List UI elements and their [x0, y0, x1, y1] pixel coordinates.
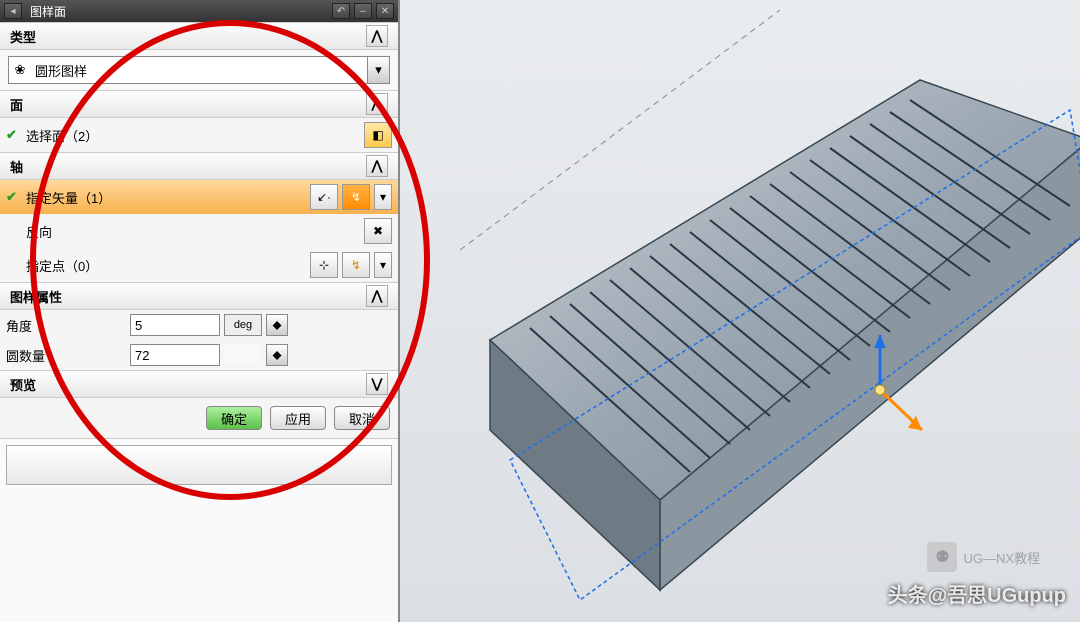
panel-spacer [0, 438, 398, 622]
chevron-up-icon[interactable]: ⋀ [366, 285, 388, 307]
vector-menu-arrow[interactable]: ▾ [374, 184, 392, 210]
chevron-up-icon[interactable]: ⋀ [366, 93, 388, 115]
bottom-strip [6, 445, 392, 485]
specify-point-label: 指定点（0） [26, 256, 306, 275]
type-label: 类型 [10, 27, 36, 46]
chevron-down-icon[interactable]: ▾ [367, 57, 389, 83]
count-label: 圆数量 [6, 346, 126, 365]
count-row: 圆数量 ⬥ [0, 340, 398, 370]
face-label: 面 [10, 95, 23, 114]
pattern-type-dropdown[interactable]: ❀ 圆形图样 ▾ [8, 56, 390, 84]
pattern-type-value: 圆形图样 [31, 61, 367, 80]
vector-dialog-icon[interactable]: ↙· [310, 184, 338, 210]
infer-point-icon[interactable]: ↯ [342, 252, 370, 278]
preview-section-header[interactable]: 预览 ⋁ [0, 370, 398, 398]
author-watermark: 头条@吾思UGupup [888, 579, 1066, 608]
pattern-props-label: 图样属性 [10, 287, 62, 306]
specify-point-row[interactable]: 指定点（0） ⊹ ↯ ▾ [0, 248, 398, 282]
property-panel: ◂ 图样面 ↶ – ✕ 类型 ⋀ ❀ 圆形图样 ▾ 面 ⋀ ✔ 选择面（2） ◧… [0, 0, 400, 622]
dialog-buttons: 确定 应用 取消 [0, 398, 398, 438]
preview-label: 预览 [10, 375, 36, 394]
spacer [224, 344, 262, 366]
3d-viewport[interactable]: ⚉ UG—NX教程 头条@吾思UGupup [400, 0, 1080, 622]
wechat-text: UG—NX教程 [963, 548, 1040, 567]
chevron-up-icon[interactable]: ⋀ [366, 25, 388, 47]
angle-row: 角度 deg ⬥ [0, 310, 398, 340]
back-icon[interactable]: ◂ [4, 3, 22, 19]
angle-label: 角度 [6, 316, 126, 335]
angle-input[interactable] [130, 314, 220, 336]
wechat-icon: ⚉ [927, 542, 957, 572]
chevron-down-icon[interactable]: ⋁ [366, 373, 388, 395]
flower-icon: ❀ [9, 62, 31, 78]
ok-button[interactable]: 确定 [206, 406, 262, 430]
cancel-button[interactable]: 取消 [334, 406, 390, 430]
point-dialog-icon[interactable]: ⊹ [310, 252, 338, 278]
close-icon[interactable]: ✕ [376, 3, 394, 19]
cube-icon[interactable]: ◧ [364, 122, 392, 148]
specify-vector-row[interactable]: ✔ 指定矢量（1） ↙· ↯ ▾ [0, 180, 398, 214]
check-icon: ✔ [6, 127, 22, 143]
type-section-header[interactable]: 类型 ⋀ [0, 22, 398, 50]
titlebar: ◂ 图样面 ↶ – ✕ [0, 0, 398, 22]
select-face-row[interactable]: ✔ 选择面（2） ◧ [0, 118, 398, 152]
angle-unit[interactable]: deg [224, 314, 262, 336]
dialog-title: 图样面 [26, 3, 328, 20]
reverse-icon[interactable]: ✖ [364, 218, 392, 244]
reverse-row[interactable]: 反向 ✖ [0, 214, 398, 248]
specify-vector-label: 指定矢量（1） [26, 188, 306, 207]
face-section-header[interactable]: 面 ⋀ [0, 90, 398, 118]
infer-vector-icon[interactable]: ↯ [342, 184, 370, 210]
check-icon: ✔ [6, 189, 22, 205]
angle-stepper[interactable]: ⬥ [266, 314, 288, 336]
undo-icon[interactable]: ↶ [332, 3, 350, 19]
pattern-props-header[interactable]: 图样属性 ⋀ [0, 282, 398, 310]
minimize-icon[interactable]: – [354, 3, 372, 19]
count-stepper[interactable]: ⬥ [266, 344, 288, 366]
chevron-up-icon[interactable]: ⋀ [366, 155, 388, 177]
wechat-watermark: ⚉ UG—NX教程 [927, 542, 1040, 572]
apply-button[interactable]: 应用 [270, 406, 326, 430]
type-section-body: ❀ 圆形图样 ▾ [0, 50, 398, 90]
point-menu-arrow[interactable]: ▾ [374, 252, 392, 278]
select-face-label: 选择面（2） [26, 126, 360, 145]
model-svg [400, 0, 1080, 622]
axis-label: 轴 [10, 157, 23, 176]
count-input[interactable] [130, 344, 220, 366]
axis-section-header[interactable]: 轴 ⋀ [0, 152, 398, 180]
reverse-label: 反向 [26, 222, 360, 241]
